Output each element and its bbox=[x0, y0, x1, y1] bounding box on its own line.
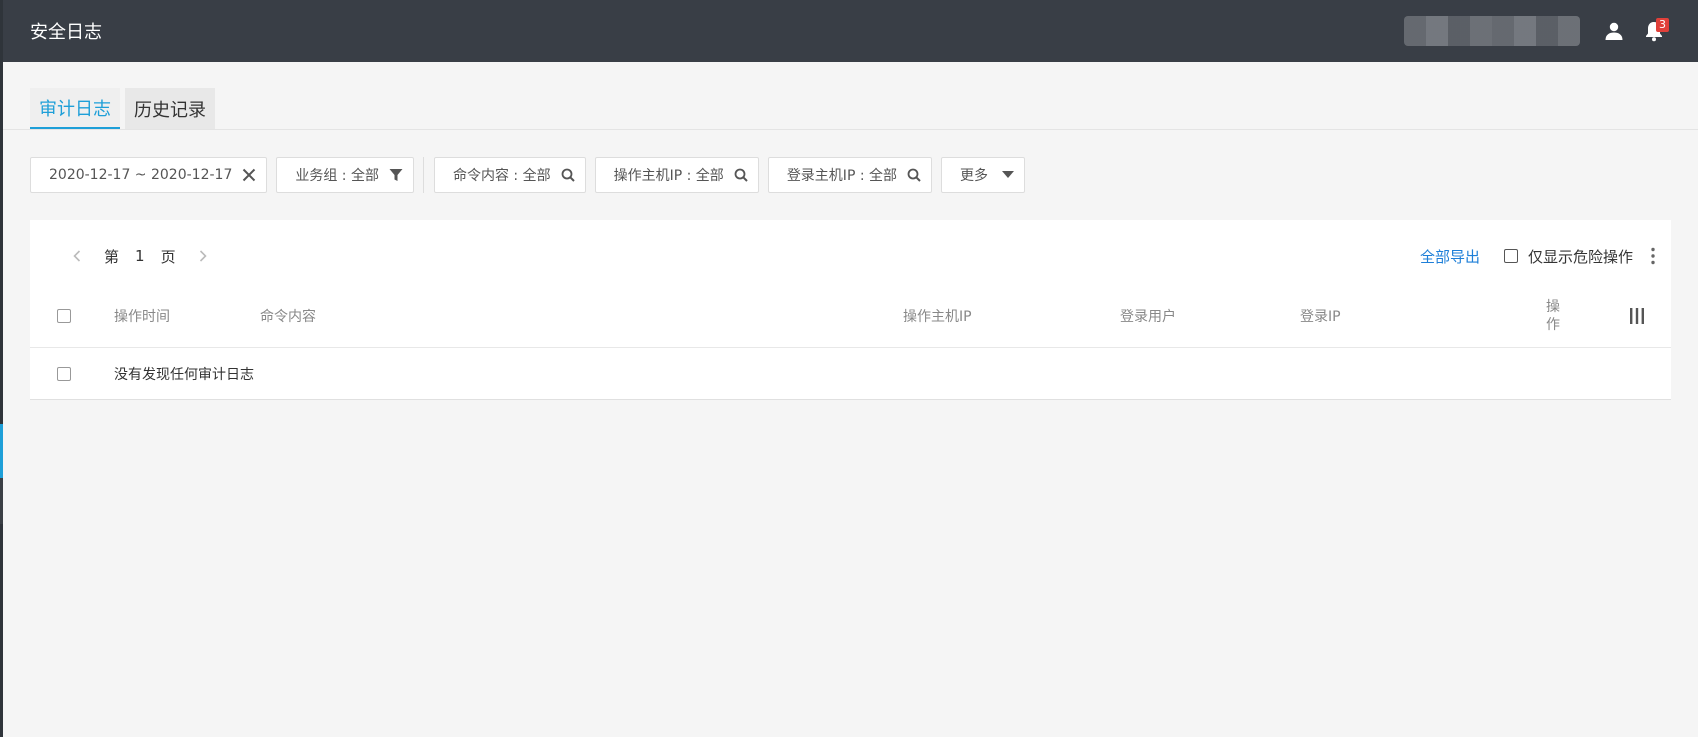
clear-date-button[interactable] bbox=[242, 168, 256, 182]
table-header: 操作时间 命令内容 操作主机IP 登录用户 登录IP 操 作 bbox=[30, 284, 1671, 348]
tab-audit-log[interactable]: 审计日志 bbox=[30, 88, 120, 130]
command-content-filter[interactable]: 命令内容 : 全部 bbox=[433, 157, 586, 193]
column-actions-line2: 作 bbox=[1546, 317, 1560, 333]
export-all-link[interactable]: 全部导出 bbox=[1420, 246, 1480, 267]
date-range-value: 2020-12-17 ~ 2020-12-17 bbox=[49, 167, 233, 183]
tab-divider bbox=[3, 129, 1698, 130]
left-edge-segment bbox=[0, 478, 3, 524]
user-button[interactable] bbox=[1594, 11, 1634, 51]
next-page-button[interactable] bbox=[192, 250, 214, 262]
page-suffix: 页 bbox=[160, 247, 176, 266]
more-filters-label: 更多 bbox=[960, 168, 989, 184]
search-icon bbox=[907, 168, 921, 182]
column-login-ip[interactable]: 登录IP bbox=[1300, 284, 1341, 348]
page-title: 安全日志 bbox=[30, 22, 102, 43]
column-settings-button[interactable] bbox=[1630, 284, 1644, 348]
search-icon bbox=[561, 168, 575, 182]
more-options-button[interactable] bbox=[1651, 247, 1655, 265]
panel-toolbar: 全部导出 仅显示危险操作 bbox=[1420, 240, 1655, 272]
user-icon bbox=[1605, 22, 1623, 40]
more-filters-dropdown[interactable]: 更多 bbox=[941, 157, 1026, 193]
login-host-ip-label: 登录主机IP : 全部 bbox=[786, 168, 898, 184]
operation-host-ip-label: 操作主机IP : 全部 bbox=[613, 168, 724, 184]
table-row: 没有发现任何审计日志 bbox=[30, 348, 1671, 400]
column-actions-line1: 操 bbox=[1546, 299, 1560, 315]
columns-icon bbox=[1630, 308, 1644, 324]
current-page: 1 bbox=[135, 247, 145, 265]
left-edge-accent bbox=[0, 424, 3, 478]
command-content-label: 命令内容 : 全部 bbox=[452, 168, 551, 184]
select-all-checkbox[interactable] bbox=[57, 309, 71, 323]
top-bar: 安全日志 3 bbox=[3, 0, 1698, 62]
notification-button[interactable]: 3 bbox=[1634, 11, 1674, 51]
blurred-username bbox=[1404, 16, 1580, 46]
login-host-ip-filter[interactable]: 登录主机IP : 全部 bbox=[767, 157, 933, 193]
column-operation-host-ip[interactable]: 操作主机IP bbox=[903, 284, 972, 348]
select-all-cell bbox=[57, 284, 71, 348]
search-icon bbox=[734, 168, 748, 182]
caret-down-icon bbox=[1002, 171, 1015, 178]
only-dangerous-toggle[interactable]: 仅显示危险操作 bbox=[1503, 246, 1633, 267]
filter-bar: 2020-12-17 ~ 2020-12-17 业务组 : 全部 命令内容 : … bbox=[30, 157, 1034, 193]
only-dangerous-checkbox[interactable] bbox=[1503, 249, 1518, 263]
prev-page-button[interactable] bbox=[66, 250, 88, 262]
pagination: 第 1 页 bbox=[58, 240, 222, 272]
tab-history[interactable]: 历史记录 bbox=[125, 88, 215, 130]
column-command-content[interactable]: 命令内容 bbox=[260, 284, 316, 348]
chevron-right-icon bbox=[199, 250, 207, 262]
row-checkbox[interactable] bbox=[57, 367, 71, 381]
topbar-right: 3 bbox=[1404, 0, 1674, 62]
tab-bar: 审计日志 历史记录 bbox=[30, 88, 215, 130]
column-operation-time[interactable]: 操作时间 bbox=[114, 284, 170, 348]
filter-separator bbox=[422, 157, 424, 193]
date-range-filter[interactable]: 2020-12-17 ~ 2020-12-17 bbox=[30, 157, 268, 193]
kebab-menu-icon bbox=[1651, 247, 1655, 265]
only-dangerous-label: 仅显示危险操作 bbox=[1527, 247, 1633, 266]
notification-badge: 3 bbox=[1656, 18, 1669, 32]
filter-icon bbox=[389, 169, 403, 181]
audit-log-panel: 第 1 页 全部导出 仅显示危险操作 操作时间 命令内容 操作主机IP 登录用户… bbox=[30, 220, 1671, 400]
left-edge-strip bbox=[0, 0, 3, 737]
business-group-label: 业务组 : 全部 bbox=[295, 168, 379, 184]
close-icon bbox=[243, 168, 256, 182]
chevron-left-icon bbox=[73, 250, 81, 262]
empty-state-text: 没有发现任何审计日志 bbox=[114, 367, 254, 383]
business-group-filter[interactable]: 业务组 : 全部 bbox=[276, 157, 414, 193]
page-prefix: 第 bbox=[104, 247, 120, 266]
column-actions: 操 作 bbox=[1546, 284, 1560, 348]
column-login-user[interactable]: 登录用户 bbox=[1120, 284, 1176, 348]
operation-host-ip-filter[interactable]: 操作主机IP : 全部 bbox=[594, 157, 759, 193]
row-checkbox-cell bbox=[57, 367, 71, 385]
